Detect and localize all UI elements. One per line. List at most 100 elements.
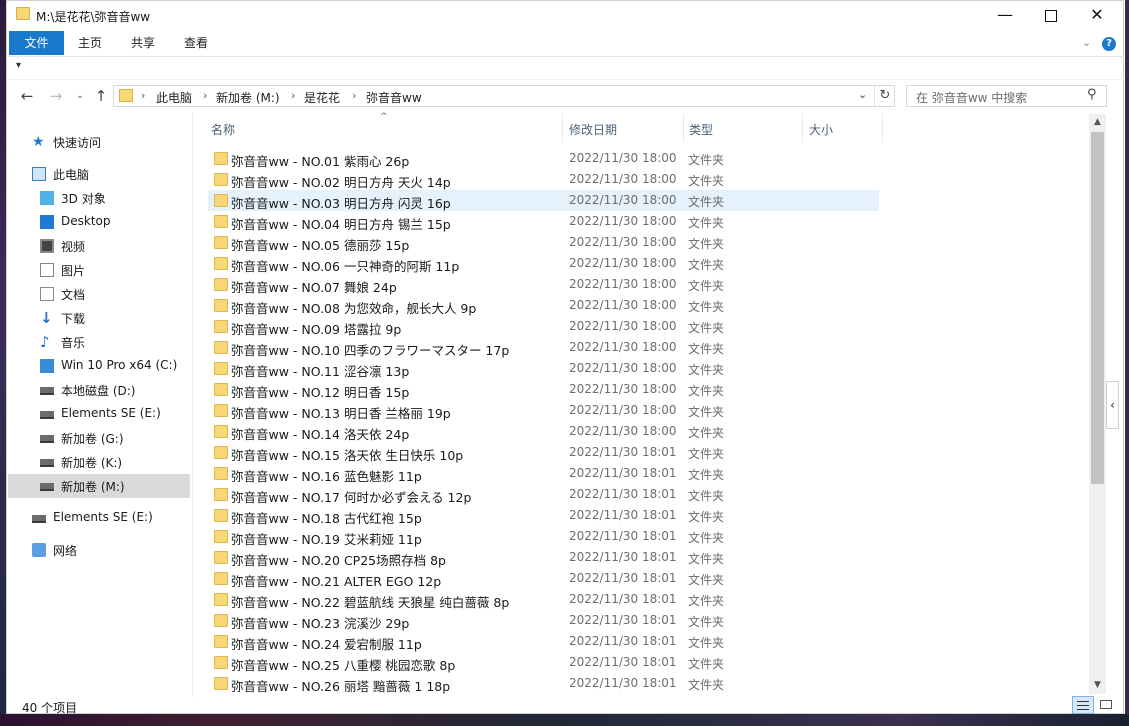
back-button[interactable]: ← xyxy=(17,86,37,106)
file-row[interactable]: 弥音音ww - NO.10 四季のフラワーマスター 17p 2022/11/30 … xyxy=(208,337,879,358)
file-type: 文件夹 xyxy=(688,657,725,671)
breadcrumb-current-folder[interactable]: 弥音音ww xyxy=(366,89,422,106)
maximize-button[interactable] xyxy=(1028,0,1074,30)
file-row[interactable]: 弥音音ww - NO.12 明日香 15p 2022/11/30 18:00 文件夹 xyxy=(208,379,879,400)
scroll-up-icon[interactable]: ▲ xyxy=(1089,114,1106,131)
nav-item[interactable]: 此电脑 xyxy=(8,162,190,186)
folder-icon xyxy=(214,509,228,522)
search-placeholder: 在 弥音音ww 中搜索 xyxy=(916,91,1028,105)
close-button[interactable]: ✕ xyxy=(1074,0,1120,30)
file-row[interactable]: 弥音音ww - NO.08 为您效命，舰长大人 9p 2022/11/30 18:… xyxy=(208,295,879,316)
file-row[interactable]: 弥音音ww - NO.21 ALTER EGO 12p 2022/11/30 18… xyxy=(208,568,879,589)
file-date: 2022/11/30 18:00 xyxy=(569,361,677,375)
search-icon[interactable]: ⚲ xyxy=(1087,87,1097,102)
file-row[interactable]: 弥音音ww - NO.16 蓝色魅影 11p 2022/11/30 18:01 文件… xyxy=(208,463,879,484)
nav-item[interactable]: 新加卷 (G:) xyxy=(8,426,190,450)
column-divider[interactable] xyxy=(562,114,563,142)
details-view-icon xyxy=(1077,701,1089,702)
breadcrumb-folder-parent[interactable]: 是花花 xyxy=(304,89,340,106)
file-row[interactable]: 弥音音ww - NO.18 古代红袍 15p 2022/11/30 18:01 文件… xyxy=(208,505,879,526)
breadcrumb-separator-icon[interactable]: › xyxy=(141,89,145,102)
nav-item[interactable]: Win 10 Pro x64 (C:) xyxy=(8,354,190,378)
column-header-size[interactable]: 大小 xyxy=(809,121,833,138)
preview-pane-toggle-icon[interactable]: ‹ xyxy=(1106,381,1119,429)
breadcrumb-separator-icon[interactable]: › xyxy=(203,89,207,102)
refresh-icon[interactable]: ↻ xyxy=(874,86,895,106)
nav-item[interactable]: 视频 xyxy=(8,234,190,258)
file-row[interactable]: 弥音音ww - NO.03 明日方舟 闪灵 16p 2022/11/30 18:0… xyxy=(208,190,879,211)
expand-ribbon-icon[interactable]: ⌄ xyxy=(1082,36,1091,49)
file-row[interactable]: 弥音音ww - NO.19 艾米莉娅 11p 2022/11/30 18:01 文件… xyxy=(208,526,879,547)
file-name: 弥音音ww - NO.09 塔露拉 9p xyxy=(231,322,402,337)
minimize-button[interactable]: — xyxy=(982,0,1028,30)
nav-item[interactable]: 新加卷 (K:) xyxy=(8,450,190,474)
nav-item[interactable]: ★ 快速访问 xyxy=(8,130,190,154)
breadcrumb-separator-icon[interactable]: › xyxy=(352,89,356,102)
column-header-name[interactable]: 名称 xyxy=(211,121,235,138)
file-row[interactable]: 弥音音ww - NO.01 紫雨心 26p 2022/11/30 18:00 文件夹 xyxy=(208,148,879,169)
drive-icon xyxy=(40,387,54,395)
file-row[interactable]: 弥音音ww - NO.25 八重樱 桃园恋歌 8p 2022/11/30 18:0… xyxy=(208,652,879,673)
file-row[interactable]: 弥音音ww - NO.24 爱宕制服 11p 2022/11/30 18:01 文件… xyxy=(208,631,879,652)
breadcrumb-this-pc[interactable]: 此电脑 xyxy=(156,89,192,106)
file-type: 文件夹 xyxy=(688,489,725,503)
file-row[interactable]: 弥音音ww - NO.14 洛天依 24p 2022/11/30 18:00 文件夹 xyxy=(208,421,879,442)
help-icon[interactable]: ? xyxy=(1102,37,1116,51)
file-name: 弥音音ww - NO.21 ALTER EGO 12p xyxy=(231,574,442,589)
file-row[interactable]: 弥音音ww - NO.20 CP25场照存档 8p 2022/11/30 18:0… xyxy=(208,547,879,568)
quick-access-toolbar-dropdown-icon[interactable]: ▾ xyxy=(16,60,21,71)
file-date: 2022/11/30 18:01 xyxy=(569,634,677,648)
nav-item[interactable]: Desktop xyxy=(8,210,190,234)
nav-item[interactable]: 3D 对象 xyxy=(8,186,190,210)
file-row[interactable]: 弥音音ww - NO.23 浣溪沙 29p 2022/11/30 18:01 文件夹 xyxy=(208,610,879,631)
address-dropdown-icon[interactable]: ⌄ xyxy=(858,88,867,101)
scroll-down-icon[interactable]: ▼ xyxy=(1089,677,1106,694)
nav-item[interactable]: 网络 xyxy=(8,538,190,562)
nav-item[interactable]: ↓ 下载 xyxy=(8,306,190,330)
file-row[interactable]: 弥音音ww - NO.15 洛天依 生日快乐 10p 2022/11/30 18:… xyxy=(208,442,879,463)
breadcrumb-separator-icon[interactable]: › xyxy=(291,89,295,102)
nav-item[interactable]: Elements SE (E:) xyxy=(8,506,190,530)
nav-item[interactable]: Elements SE (E:) xyxy=(8,402,190,426)
nav-item[interactable]: 新加卷 (M:) xyxy=(8,474,190,498)
recent-locations-icon[interactable]: ⌄ xyxy=(70,86,90,106)
file-name: 弥音音ww - NO.05 德丽莎 15p xyxy=(231,238,410,253)
nav-item[interactable]: 图片 xyxy=(8,258,190,282)
title-bar[interactable] xyxy=(6,0,1124,30)
pane-divider[interactable] xyxy=(192,112,193,698)
nav-item[interactable]: ♪ 音乐 xyxy=(8,330,190,354)
file-row[interactable]: 弥音音ww - NO.11 涩谷凛 13p 2022/11/30 18:00 文件夹 xyxy=(208,358,879,379)
breadcrumb-drive-m[interactable]: 新加卷 (M:) xyxy=(216,89,280,106)
desktop-background-right xyxy=(1125,0,1129,726)
file-row[interactable]: 弥音音ww - NO.09 塔露拉 9p 2022/11/30 18:00 文件夹 xyxy=(208,316,879,337)
file-row[interactable]: 弥音音ww - NO.17 何时か必ず会える 12p 2022/11/30 18:… xyxy=(208,484,879,505)
file-name: 弥音音ww - NO.20 CP25场照存档 8p xyxy=(231,553,446,568)
tab-home[interactable]: 主页 xyxy=(78,31,102,55)
file-row[interactable]: 弥音音ww - NO.13 明日香 兰格丽 19p 2022/11/30 18:0… xyxy=(208,400,879,421)
folder-icon xyxy=(214,677,228,690)
column-divider[interactable] xyxy=(802,114,803,142)
column-divider[interactable] xyxy=(882,114,883,142)
forward-button[interactable]: → xyxy=(46,86,66,106)
file-row[interactable]: 弥音音ww - NO.06 一只神奇的阿斯 11p 2022/11/30 18:0… xyxy=(208,253,879,274)
file-name: 弥音音ww - NO.15 洛天依 生日快乐 10p xyxy=(231,448,464,463)
tab-file[interactable]: 文件 xyxy=(9,31,64,55)
nav-item[interactable]: 本地磁盘 (D:) xyxy=(8,378,190,402)
scrollbar-thumb[interactable] xyxy=(1091,132,1104,484)
file-row[interactable]: 弥音音ww - NO.22 碧蓝航线 天狼星 纯白蔷薇 8p 2022/11/30… xyxy=(208,589,879,610)
tab-view[interactable]: 查看 xyxy=(184,31,208,55)
up-button[interactable]: ↑ xyxy=(91,86,111,106)
nav-item[interactable]: 文档 xyxy=(8,282,190,306)
column-divider[interactable] xyxy=(683,114,684,142)
large-icons-view-button[interactable] xyxy=(1097,696,1115,714)
folder-icon xyxy=(214,488,228,501)
tab-share[interactable]: 共享 xyxy=(131,31,155,55)
file-row[interactable]: 弥音音ww - NO.04 明日方舟 锡兰 15p 2022/11/30 18:0… xyxy=(208,211,879,232)
file-row[interactable]: 弥音音ww - NO.02 明日方舟 天火 14p 2022/11/30 18:0… xyxy=(208,169,879,190)
column-header-date[interactable]: 修改日期 xyxy=(569,121,617,138)
file-row[interactable]: 弥音音ww - NO.26 丽塔 黯蔷薇 1 18p 2022/11/30 18:… xyxy=(208,673,879,694)
column-header-type[interactable]: 类型 xyxy=(689,121,713,138)
details-view-button[interactable] xyxy=(1072,696,1094,714)
file-row[interactable]: 弥音音ww - NO.07 舞娘 24p 2022/11/30 18:00 文件夹 xyxy=(208,274,879,295)
file-row[interactable]: 弥音音ww - NO.05 德丽莎 15p 2022/11/30 18:00 文件夹 xyxy=(208,232,879,253)
